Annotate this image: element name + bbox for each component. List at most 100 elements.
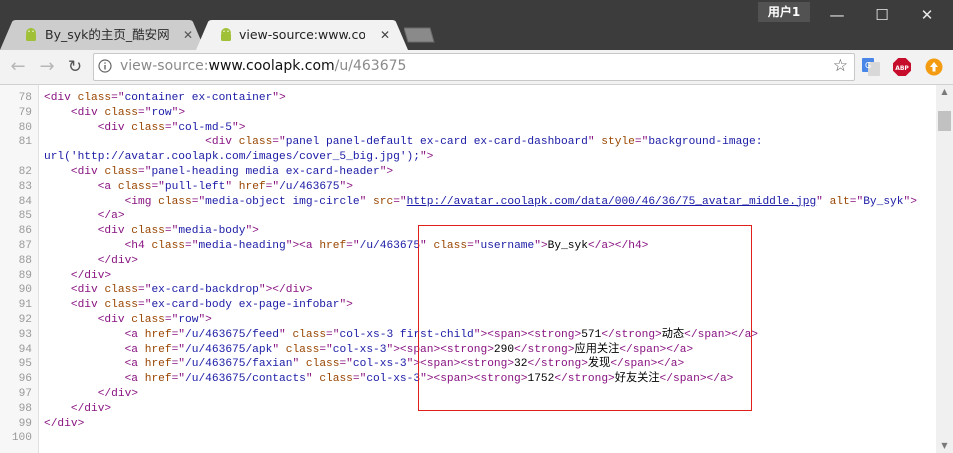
source-line: 90 <div class="ex-card-backdrop"></div> (0, 283, 936, 298)
maximize-button[interactable]: ☐ (867, 4, 897, 26)
source-token: "> (272, 92, 286, 104)
address-bar[interactable]: view-source:www.coolapk.com/u/463675 ☆ (93, 53, 855, 81)
source-token: href (319, 239, 347, 252)
source-token: style (601, 136, 635, 149)
reload-button[interactable]: ↻ (64, 56, 86, 78)
adblock-plus-icon[interactable]: ABP (893, 58, 911, 76)
source-token: /u/463675/faxian (185, 358, 293, 371)
source-token: 动态 (661, 328, 685, 341)
line-content: </div> (44, 402, 111, 417)
tab-view-source[interactable]: view-source:www.coolapk.com/u/463675 ✕ (196, 20, 408, 50)
source-code[interactable]: 78 <div class="container ex-container"> 79… (0, 91, 936, 446)
source-token: class (104, 299, 139, 312)
bookmark-star-icon[interactable]: ☆ (833, 56, 848, 76)
new-tab-button[interactable] (404, 27, 438, 43)
line-content: </div> (44, 254, 138, 269)
scroll-thumb[interactable] (938, 111, 951, 131)
source-token: 32 (514, 358, 528, 371)
line-number: 89 (18, 269, 32, 282)
source-line: 91 <div class="ex-card-body ex-page-info… (0, 298, 936, 313)
source-token: col-md-5 (178, 121, 233, 134)
source-token: <a (124, 328, 145, 341)
source-view[interactable]: 78 <div class="container ex-container"> 79… (0, 85, 953, 453)
source-token: =" (164, 225, 179, 238)
source-token: =" (185, 239, 199, 252)
line-content: <div class="panel-heading media ex-card-… (44, 165, 393, 180)
vertical-scrollbar[interactable]: ▲ ▼ (936, 85, 953, 453)
line-number: 83 (18, 180, 32, 193)
source-token: class (131, 121, 165, 134)
title-bar: 用户1 — ☐ ✕ By_syk的主页_酷安网 ✕ view-source:ww… (0, 0, 953, 50)
source-line: 82 <div class="panel-heading media ex-ca… (0, 165, 936, 180)
line-number: 91 (18, 299, 32, 312)
source-token: <div (70, 299, 105, 312)
source-token: =" (138, 165, 152, 178)
source-token: <img (124, 195, 159, 208)
source-token: /u/463675 (279, 180, 340, 193)
source-token: " (272, 343, 286, 356)
line-number: 82 (18, 165, 32, 178)
line-content: <div class="row"> (44, 106, 185, 121)
source-token: 290 (493, 343, 515, 356)
source-token: </div> (70, 402, 112, 415)
source-token: <div (97, 225, 132, 238)
source-token: =" (171, 358, 186, 371)
source-token: =" (138, 106, 152, 119)
source-token: </strong> (601, 328, 662, 341)
source-link[interactable]: http://avatar.coolapk.com/data/000/46/36… (407, 196, 817, 208)
source-line: 92 <div class="row"> (0, 313, 936, 328)
line-content: <div class="panel panel-default ex-card … (44, 135, 762, 150)
line-content: <div class="ex-card-body ex-page-infobar… (44, 298, 353, 313)
line-content: <div class="col-md-5"> (44, 121, 246, 136)
source-token: </span></a> (619, 343, 694, 356)
source-token: class (319, 373, 353, 386)
source-token: <div (70, 106, 105, 119)
source-token: "> (339, 180, 353, 193)
translate-icon[interactable]: G (862, 58, 880, 76)
svg-text:G: G (865, 61, 871, 70)
source-token: panel-heading media ex-card-header (151, 165, 380, 178)
line-content: <a href="/u/463675/contacts" class="col-… (44, 372, 734, 387)
source-token: class (104, 284, 139, 297)
line-number: 84 (18, 195, 32, 208)
back-button[interactable]: ← (7, 56, 29, 78)
source-token: =" (393, 195, 407, 208)
line-content: </div> (44, 387, 138, 402)
source-token: href (144, 343, 172, 356)
forward-button[interactable]: → (36, 56, 58, 78)
source-token: =" (339, 358, 353, 371)
source-token: </span></a> (684, 328, 759, 341)
source-token: =" (138, 299, 152, 312)
source-token: <div (97, 313, 132, 326)
source-token: </div> (97, 387, 139, 400)
source-token: ex-card-backdrop (151, 284, 259, 297)
info-icon[interactable] (98, 59, 112, 73)
line-content: <div class="row"> (44, 313, 212, 328)
source-token: href (144, 328, 172, 341)
update-icon[interactable] (925, 58, 943, 76)
url-text[interactable]: view-source:www.coolapk.com/u/463675 (120, 58, 406, 75)
source-token: =" (151, 180, 165, 193)
source-token: 好友关注 (614, 373, 660, 386)
scroll-up-arrow-icon[interactable]: ▲ (936, 85, 953, 99)
scroll-down-arrow-icon[interactable]: ▼ (936, 439, 953, 453)
source-token: alt (829, 195, 850, 208)
source-token: <div (44, 92, 78, 104)
minimize-button[interactable]: — (822, 4, 852, 26)
source-token: <a (124, 373, 145, 386)
source-token: " (279, 328, 293, 341)
profile-badge[interactable]: 用户1 (758, 2, 810, 22)
line-number: 95 (18, 358, 32, 371)
close-window-button[interactable]: ✕ (912, 4, 942, 26)
source-token: "> (339, 299, 353, 312)
source-token: =" (849, 195, 864, 208)
line-content: <div class="container ex-container"> (44, 91, 286, 106)
source-token: class (292, 328, 327, 341)
tab-user-homepage[interactable]: By_syk的主页_酷安网 ✕ (0, 20, 205, 50)
tab-close-button[interactable]: ✕ (183, 27, 193, 43)
svg-text:ABP: ABP (895, 65, 909, 72)
tab-close-button[interactable]: ✕ (380, 27, 390, 43)
source-token: " (305, 373, 320, 386)
source-token: "><span><strong> (473, 328, 582, 341)
source-token: class (117, 180, 152, 193)
